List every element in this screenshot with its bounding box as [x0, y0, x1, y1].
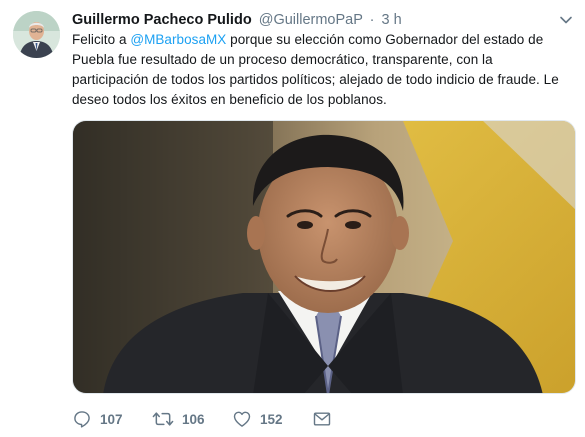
- tweet-text: Felicito a @MBarbosaMX porque su elecció…: [72, 30, 572, 110]
- retweet-button[interactable]: 106: [152, 407, 205, 431]
- like-button[interactable]: 152: [232, 407, 283, 431]
- tweet-header: Guillermo Pacheco Pulido @GuillermoPaP ·…: [72, 10, 545, 30]
- like-count: 152: [260, 411, 283, 427]
- separator-dot: ·: [369, 12, 375, 28]
- reply-count: 107: [100, 411, 123, 427]
- author-name[interactable]: Guillermo Pacheco Pulido: [72, 12, 252, 28]
- avatar[interactable]: [13, 11, 60, 58]
- chevron-down-icon[interactable]: [558, 12, 574, 28]
- tweet-timestamp[interactable]: 3 h: [382, 12, 402, 28]
- author-handle[interactable]: @GuillermoPaP: [259, 12, 363, 28]
- tweet-actions: 107 106 152: [72, 407, 552, 431]
- retweet-icon: [152, 409, 174, 429]
- retweet-count: 106: [182, 411, 205, 427]
- heart-icon: [232, 409, 252, 429]
- reply-icon: [72, 409, 92, 429]
- reply-button[interactable]: 107: [72, 407, 123, 431]
- tweet-photo[interactable]: [72, 120, 576, 394]
- envelope-icon: [312, 409, 332, 429]
- tweet-text-lead: Felicito a: [72, 32, 131, 47]
- portrait-photo: [73, 121, 575, 393]
- avatar-photo: [13, 11, 60, 58]
- mention-link[interactable]: @MBarbosaMX: [130, 32, 226, 47]
- tweet-card: Guillermo Pacheco Pulido @GuillermoPaP ·…: [0, 0, 585, 437]
- direct-message-button[interactable]: [312, 407, 332, 431]
